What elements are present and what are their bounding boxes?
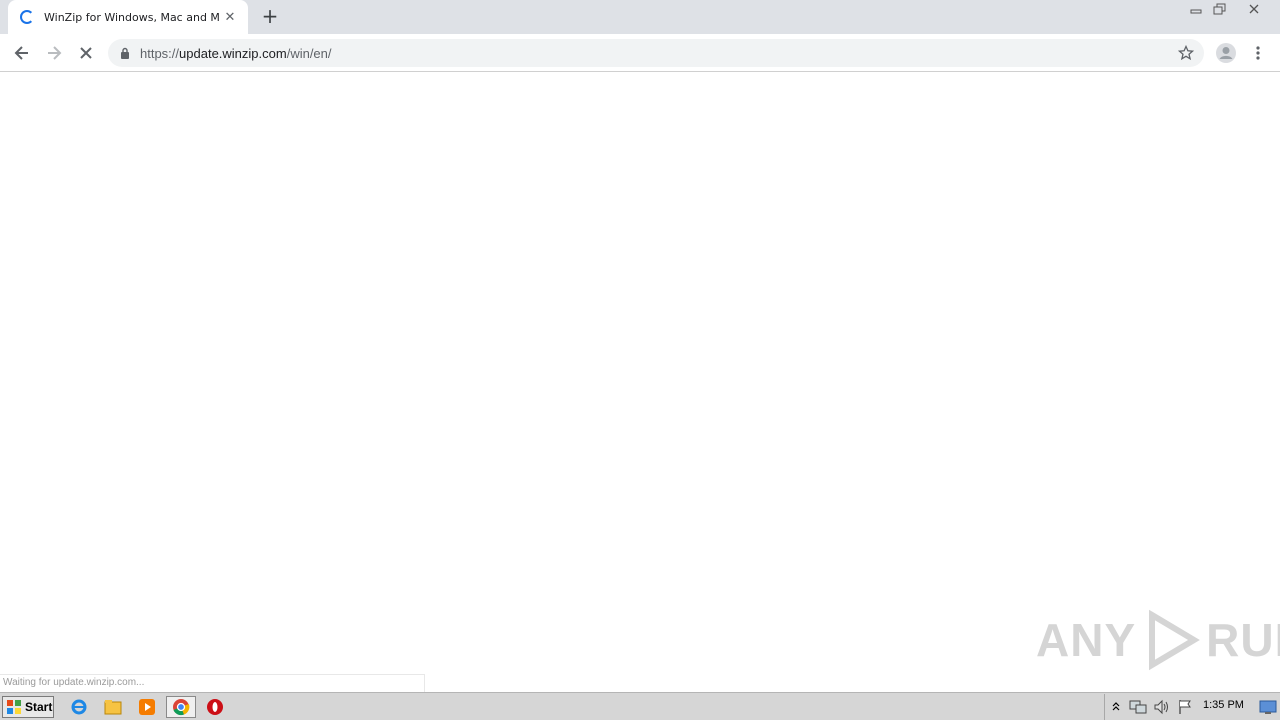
watermark-left: ANY [1036,614,1137,666]
forward-button[interactable] [40,39,68,67]
loading-spinner-icon [20,10,34,24]
browser-tab-active[interactable]: WinZip for Windows, Mac and Mobile ✕ [8,0,248,34]
restore-icon [1213,3,1226,15]
taskbar-clock[interactable]: 1:35 PM [1203,699,1244,711]
tab-title: WinZip for Windows, Mac and Mobile [44,10,220,24]
status-bubble: Waiting for update.winzip.com... [0,674,425,692]
back-button[interactable] [8,39,36,67]
forward-arrow-icon [48,46,62,60]
taskbar: Start 1:35 PM [0,692,1280,720]
url-scheme: https:// [140,45,180,61]
lock-icon [121,47,129,59]
windows-logo-icon [7,700,21,714]
stop-x-icon [80,47,92,59]
minimize-button[interactable] [1184,0,1208,18]
folder-icon [104,700,122,715]
avatar-icon [1216,43,1236,63]
address-bar[interactable]: https://update.winzip.com/win/en/ [108,39,1204,67]
back-arrow-icon [14,46,28,60]
network-icon [1129,700,1147,714]
anyrun-watermark: ANY RUN [1036,608,1280,672]
bookmark-star-icon [1178,45,1194,61]
menu-button[interactable] [1244,39,1272,67]
media-player-icon [139,699,155,715]
tab-close-icon[interactable]: ✕ [222,9,238,25]
taskbar-ie[interactable] [68,697,90,717]
address-url[interactable]: https://update.winzip.com/win/en/ [140,46,332,61]
url-path: /win/en/ [286,45,332,61]
taskbar-explorer[interactable] [102,697,124,717]
taskbar-media-player[interactable] [136,697,158,717]
minimize-icon [1190,9,1202,14]
start-button[interactable]: Start [2,696,54,718]
url-host: update.winzip.com [179,45,287,61]
profile-button[interactable] [1212,39,1240,67]
internet-explorer-icon [71,699,87,715]
opera-icon [207,699,223,715]
taskbar-opera[interactable] [204,697,226,717]
close-icon [1249,4,1259,14]
stop-loading-button[interactable] [72,39,100,67]
kebab-menu-icon [1256,46,1260,60]
action-center-flag-icon [1179,700,1191,714]
page-content [0,72,1280,692]
taskbar-chrome[interactable] [166,696,196,718]
close-window-button[interactable] [1240,0,1268,18]
watermark-right: RUN [1206,614,1280,666]
chrome-icon [173,699,190,716]
show-hidden-icons-icon [1112,702,1120,711]
browser-toolbar: https://update.winzip.com/win/en/ [0,34,1280,72]
restore-button[interactable] [1208,0,1232,18]
show-desktop-icon [1259,700,1277,714]
play-logo-icon [1149,609,1200,671]
tab-strip: WinZip for Windows, Mac and Mobile ✕ + [0,0,1280,34]
new-tab-button[interactable]: + [258,6,282,28]
volume-icon [1154,699,1168,715]
system-tray: 1:35 PM [1104,694,1280,720]
start-label: Start [25,700,53,714]
